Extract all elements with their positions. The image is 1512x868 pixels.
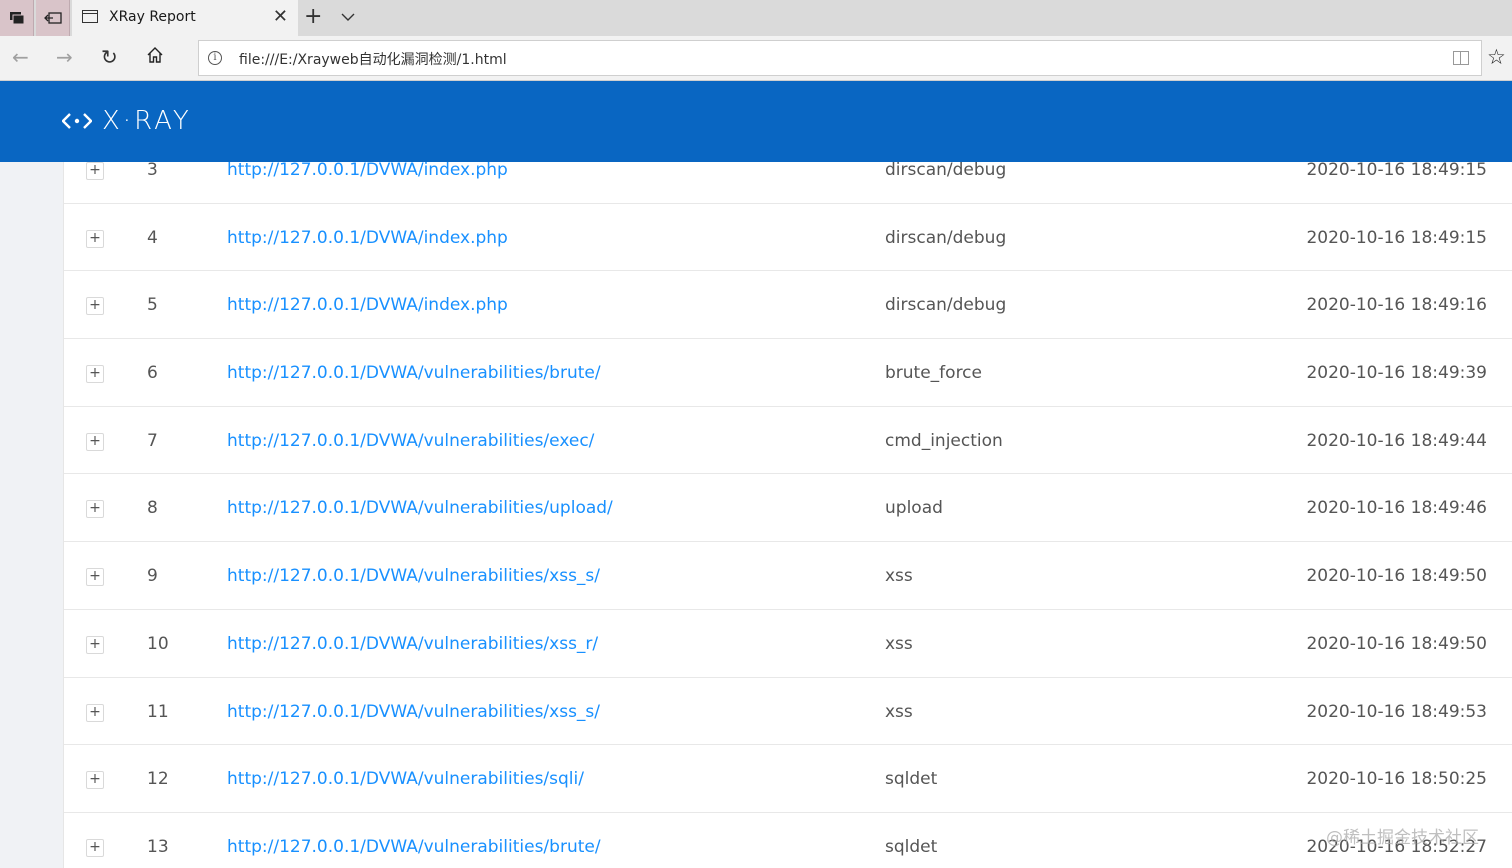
logo-text: X·RAY [102, 106, 192, 136]
watermark: @稀土掘金技术社区 [1326, 828, 1479, 848]
expand-row-button[interactable]: + [86, 838, 104, 857]
create-time: 2020-10-16 18:49:15 [1306, 162, 1487, 180]
navigation-bar: ← → ↻ i file:///E:/Xrayweb自动化漏洞检测/1.html… [0, 36, 1512, 81]
table-row: +8 http://127.0.0.1/DVWA/vulnerabilities/… [64, 474, 1512, 543]
create-time: 2020-10-16 18:49:46 [1306, 498, 1487, 519]
reading-view-icon[interactable] [1453, 51, 1469, 65]
target-url-link[interactable]: http://127.0.0.1/DVWA/vulnerabilities/ex… [227, 431, 594, 451]
home-icon[interactable] [146, 44, 164, 70]
create-time: 2020-10-16 18:49:39 [1306, 363, 1487, 384]
tab-strip: XRay Report ✕ + [0, 0, 1512, 36]
row-id: 5 [147, 295, 158, 316]
tabs-aside-icon [9, 12, 24, 25]
plugin-name: brute_force [885, 363, 982, 384]
target-url-link[interactable]: http://127.0.0.1/DVWA/index.php [227, 162, 508, 180]
create-time: 2020-10-16 18:49:44 [1306, 430, 1487, 451]
forward-icon[interactable]: → [56, 44, 73, 70]
table-row: +12 http://127.0.0.1/DVWA/vulnerabilities… [64, 745, 1512, 813]
table-row: +4 http://127.0.0.1/DVWA/index.php dirscan… [64, 204, 1512, 272]
tab-title: XRay Report [109, 9, 196, 25]
expand-row-button[interactable]: + [86, 297, 104, 316]
row-id: 9 [147, 566, 158, 587]
tab-list-chevron-icon[interactable] [341, 6, 355, 28]
expand-row-button[interactable]: + [86, 771, 104, 790]
expand-row-button[interactable]: + [86, 635, 104, 654]
target-url-link[interactable]: http://127.0.0.1/DVWA/vulnerabilities/xs… [227, 566, 600, 586]
browser-tab[interactable]: XRay Report ✕ [72, 0, 298, 36]
refresh-icon[interactable]: ↻ [101, 44, 118, 70]
tab-actions-button[interactable] [0, 0, 34, 36]
row-id: 8 [147, 498, 158, 519]
create-time: 2020-10-16 18:49:50 [1306, 633, 1487, 654]
create-time: 2020-10-16 18:49:16 [1306, 295, 1487, 316]
plugin-name: cmd_injection [885, 430, 1003, 451]
set-tabs-aside-button[interactable] [36, 0, 70, 36]
row-id: 6 [147, 363, 158, 384]
table-body: +3 http://127.0.0.1/DVWA/index.php dirscan… [64, 162, 1512, 868]
expand-row-button[interactable]: + [86, 568, 104, 587]
row-id: 3 [147, 162, 158, 180]
close-tab-icon[interactable]: ✕ [273, 7, 288, 27]
table-row: +5 http://127.0.0.1/DVWA/index.php dirscan… [64, 271, 1512, 340]
target-url-link[interactable]: http://127.0.0.1/DVWA/vulnerabilities/br… [227, 837, 601, 857]
target-url-link[interactable]: http://127.0.0.1/DVWA/vulnerabilities/up… [227, 498, 613, 518]
expand-row-button[interactable]: + [86, 162, 104, 180]
row-id: 11 [147, 701, 169, 722]
create-time: 2020-10-16 18:49:53 [1306, 701, 1487, 722]
plugin-name: dirscan/debug [885, 162, 1007, 180]
target-url-link[interactable]: http://127.0.0.1/DVWA/vulnerabilities/br… [227, 363, 601, 383]
create-time: 2020-10-16 18:50:25 [1306, 769, 1487, 790]
favorite-star-icon[interactable]: ☆ [1487, 44, 1506, 70]
plugin-name: sqldet [885, 836, 938, 857]
expand-row-button[interactable]: + [86, 229, 104, 248]
report-header: X·RAY [0, 81, 1512, 162]
table-row: +3 http://127.0.0.1/DVWA/index.php dirscan… [64, 162, 1512, 204]
target-url-link[interactable]: http://127.0.0.1/DVWA/index.php [227, 228, 508, 248]
expand-row-button[interactable]: + [86, 365, 104, 384]
plugin-name: dirscan/debug [885, 295, 1007, 316]
new-tab-icon[interactable]: + [304, 5, 322, 29]
code-brackets-icon [62, 113, 92, 129]
row-id: 13 [147, 836, 169, 857]
row-id: 10 [147, 633, 169, 654]
target-url-link[interactable]: http://127.0.0.1/DVWA/vulnerabilities/sq… [227, 769, 584, 789]
target-url-link[interactable]: http://127.0.0.1/DVWA/index.php [227, 295, 508, 315]
row-id: 12 [147, 769, 169, 790]
target-url-link[interactable]: http://127.0.0.1/DVWA/vulnerabilities/xs… [227, 634, 598, 654]
info-icon[interactable]: i [208, 51, 222, 65]
plugin-name: xss [885, 633, 913, 654]
url-text[interactable]: file:///E:/Xrayweb自动化漏洞检测/1.html [239, 49, 507, 69]
page-icon [82, 10, 98, 23]
plugin-name: upload [885, 498, 943, 519]
plugin-name: dirscan/debug [885, 227, 1007, 248]
table-row: +6 http://127.0.0.1/DVWA/vulnerabilities/… [64, 339, 1512, 407]
target-url-link[interactable]: http://127.0.0.1/DVWA/vulnerabilities/xs… [227, 702, 600, 722]
expand-row-button[interactable]: + [86, 500, 104, 519]
create-time: 2020-10-16 18:49:15 [1306, 227, 1487, 248]
set-aside-icon [43, 12, 62, 24]
table-row: +7 http://127.0.0.1/DVWA/vulnerabilities/… [64, 407, 1512, 475]
expand-row-button[interactable]: + [86, 703, 104, 722]
plugin-name: xss [885, 701, 913, 722]
table-row: +10 http://127.0.0.1/DVWA/vulnerabilities… [64, 610, 1512, 678]
vulnerability-list[interactable]: +3 http://127.0.0.1/DVWA/index.php dirscan… [63, 162, 1512, 868]
table-row: +9 http://127.0.0.1/DVWA/vulnerabilities/… [64, 542, 1512, 610]
row-id: 7 [147, 430, 158, 451]
table-row: +11 http://127.0.0.1/DVWA/vulnerabilities… [64, 678, 1512, 746]
plugin-name: sqldet [885, 769, 938, 790]
create-time: 2020-10-16 18:49:50 [1306, 566, 1487, 587]
plugin-name: xss [885, 566, 913, 587]
address-bar[interactable]: i file:///E:/Xrayweb自动化漏洞检测/1.html [198, 40, 1482, 76]
table-row: +13 http://127.0.0.1/DVWA/vulnerabilities… [64, 813, 1512, 868]
xray-logo: X·RAY [62, 106, 192, 136]
expand-row-button[interactable]: + [86, 432, 104, 451]
back-icon[interactable]: ← [12, 44, 29, 70]
row-id: 4 [147, 227, 158, 248]
